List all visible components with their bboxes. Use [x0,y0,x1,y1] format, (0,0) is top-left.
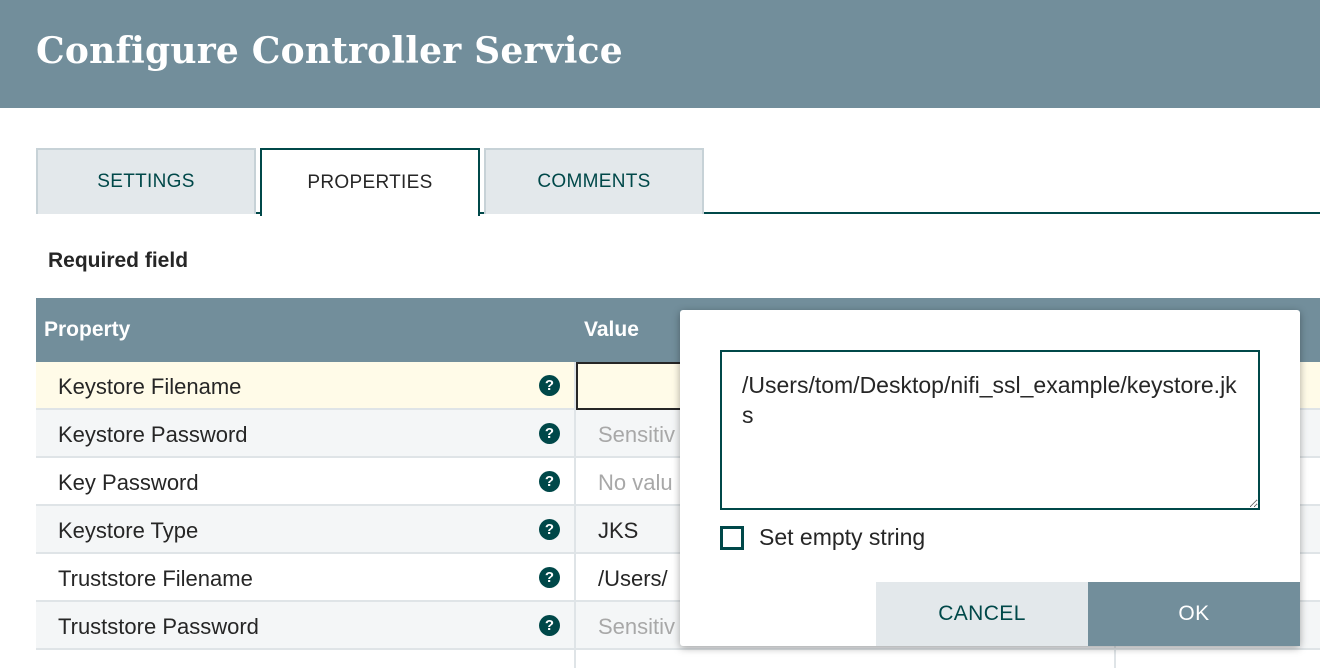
property-value[interactable]: No valu [598,470,673,496]
table-row[interactable] [36,650,1320,668]
set-empty-string-option[interactable]: Set empty string [720,524,925,551]
property-name: Keystore Password [58,422,248,447]
dialog-title: Configure Controller Service [36,30,623,72]
help-icon[interactable]: ? [539,519,560,540]
column-header-value[interactable]: Value [584,318,639,342]
set-empty-string-checkbox[interactable] [720,525,744,550]
set-empty-string-label[interactable]: Set empty string [759,524,925,551]
property-value[interactable]: Sensitiv [598,422,675,448]
help-icon[interactable]: ? [539,471,560,492]
dialog-header: Configure Controller Service [0,0,1320,108]
column-divider [574,410,576,456]
value-cell-editing[interactable] [576,362,696,410]
property-value[interactable]: JKS [598,518,638,544]
property-name: Key Password [58,470,199,495]
property-name: Truststore Filename [58,566,253,591]
column-divider [574,554,576,600]
help-icon[interactable]: ? [539,375,560,396]
tab-settings[interactable]: SETTINGS [36,148,256,214]
tab-comments[interactable]: COMMENTS [484,148,704,214]
property-name: Keystore Type [58,518,199,543]
help-icon[interactable]: ? [539,423,560,444]
value-textarea[interactable] [720,350,1260,510]
tab-properties[interactable]: PROPERTIES [260,148,480,216]
property-name: Truststore Password [58,614,259,639]
ok-button[interactable]: OK [1088,582,1300,646]
required-field-label: Required field [48,249,189,272]
property-value[interactable]: Sensitiv [598,614,675,640]
column-divider [1114,650,1116,668]
property-name: Keystore Filename [58,374,242,399]
column-header-property[interactable]: Property [44,318,130,342]
column-divider [574,602,576,648]
column-divider [574,650,576,668]
column-divider [574,458,576,504]
cancel-button[interactable]: CANCEL [876,582,1088,646]
help-icon[interactable]: ? [539,615,560,636]
help-icon[interactable]: ? [539,567,560,588]
property-value[interactable]: /Users/ [598,566,668,592]
column-divider [574,506,576,552]
value-editor-popup: Set empty string CANCEL OK [680,310,1300,646]
